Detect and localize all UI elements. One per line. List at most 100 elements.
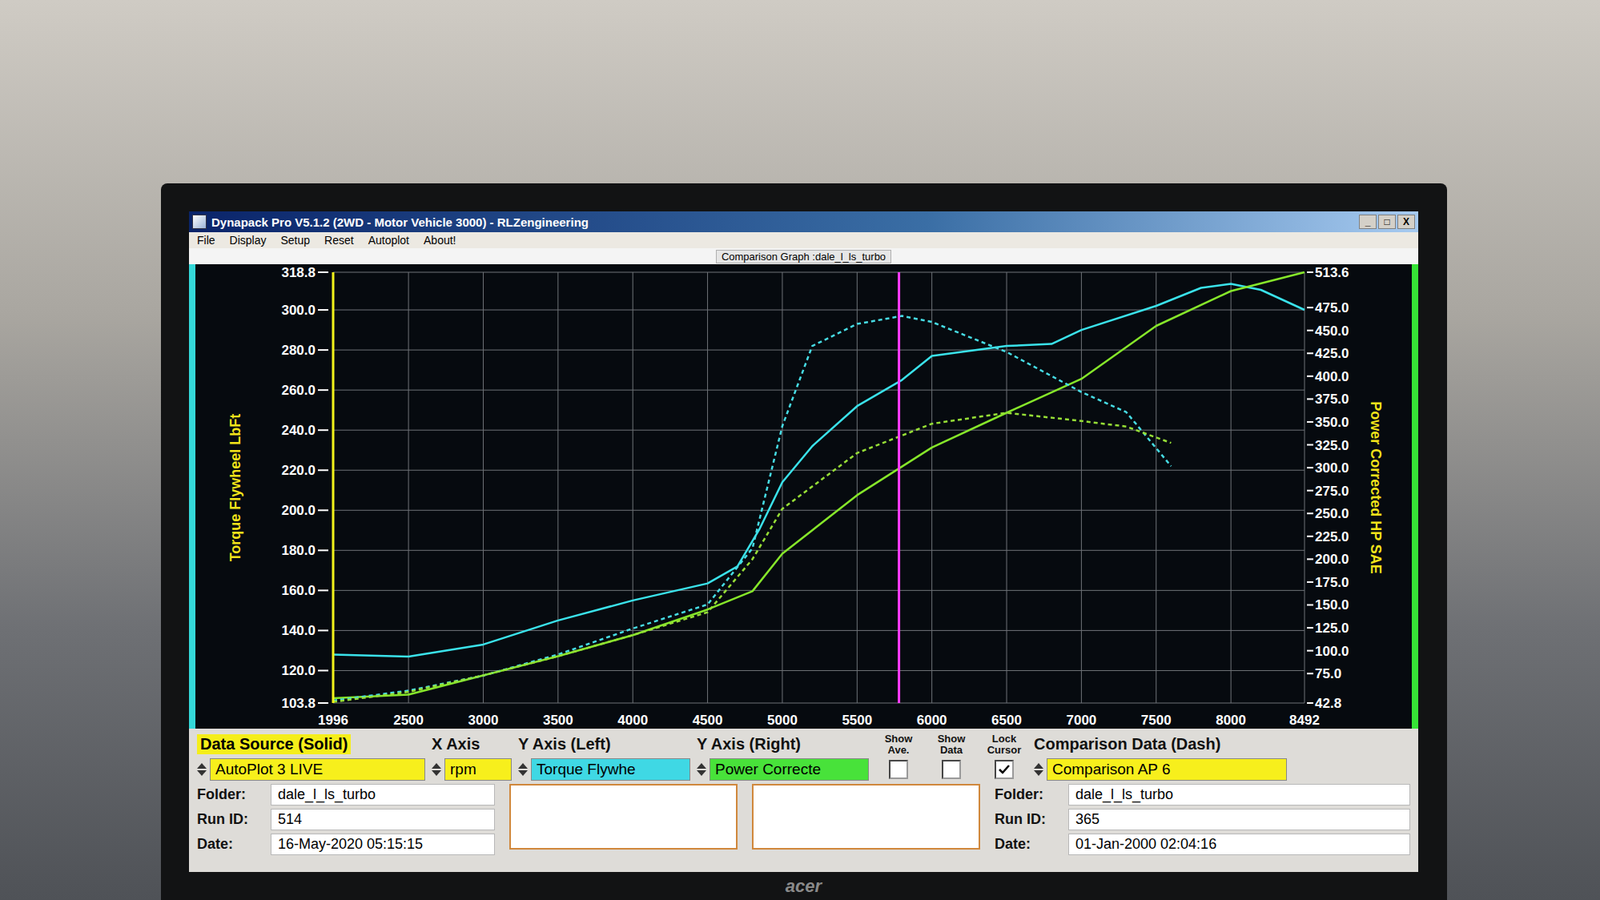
monitor-brand: acer bbox=[785, 876, 822, 897]
grid-line bbox=[333, 510, 1305, 511]
tick-mark bbox=[1306, 466, 1314, 469]
y-right-select[interactable]: Power Correcte bbox=[709, 758, 869, 781]
grid-line bbox=[333, 272, 334, 704]
tick-mark bbox=[317, 629, 329, 632]
y-right-tick: 125.0 bbox=[1314, 620, 1350, 636]
y-right-title: Power Corrected HP SAE bbox=[1367, 401, 1384, 575]
tick-mark bbox=[1306, 535, 1314, 538]
info-field: 01-Jan-2000 02:04:16 bbox=[1068, 833, 1411, 856]
tick-mark bbox=[1306, 375, 1314, 378]
grid-line bbox=[333, 630, 1305, 632]
menu-bar: File Display Setup Reset Autoplot About! bbox=[188, 232, 1419, 249]
info-field: 514 bbox=[270, 808, 495, 831]
spinner-icon[interactable] bbox=[696, 763, 707, 776]
checkbox[interactable] bbox=[941, 759, 961, 780]
dyno-chart: 318.8300.0280.0260.0240.0220.0200.0180.0… bbox=[188, 264, 1419, 729]
notes-box bbox=[751, 783, 981, 850]
grid-line bbox=[333, 550, 1305, 551]
y-left-tick: 200.0 bbox=[281, 502, 316, 519]
y-right-tick: 475.0 bbox=[1314, 300, 1350, 316]
scene: Dynapack Pro V5.1.2 (2WD - Motor Vehicle… bbox=[0, 0, 1600, 900]
data-source-select[interactable]: AutoPlot 3 LIVE bbox=[209, 758, 426, 781]
grid-line bbox=[557, 272, 559, 704]
menu-item[interactable]: File bbox=[196, 233, 216, 247]
menu-item[interactable]: Reset bbox=[324, 233, 354, 247]
y-right-tick: 100.0 bbox=[1314, 643, 1350, 660]
grid-line bbox=[707, 272, 708, 704]
series-line bbox=[333, 316, 1171, 701]
app-window: Dynapack Pro V5.1.2 (2WD - Motor Vehicle… bbox=[188, 211, 1419, 873]
checkbox[interactable] bbox=[888, 759, 909, 780]
x-axis-select[interactable]: rpm bbox=[444, 758, 512, 781]
y-left-tick: 180.0 bbox=[281, 542, 316, 559]
tick-mark bbox=[1306, 271, 1314, 274]
x-tick: 6500 bbox=[991, 712, 1022, 728]
window-control-button[interactable]: □ bbox=[1378, 214, 1396, 230]
menu-item[interactable]: Autoplot bbox=[368, 233, 410, 247]
tick-mark bbox=[1306, 627, 1314, 629]
check-icon bbox=[997, 763, 1011, 776]
y-right-tick: 450.0 bbox=[1314, 323, 1350, 339]
tick-mark bbox=[1306, 603, 1314, 606]
window-control-button[interactable]: X bbox=[1397, 214, 1416, 230]
grid-line bbox=[781, 272, 783, 704]
grid-line bbox=[333, 309, 1305, 311]
checkbox[interactable] bbox=[994, 759, 1014, 780]
menu-item[interactable]: Setup bbox=[280, 233, 310, 247]
grid-line bbox=[1230, 272, 1232, 704]
tick-mark bbox=[317, 271, 329, 274]
info-label: Run ID: bbox=[994, 811, 1062, 829]
spinner-icon[interactable] bbox=[196, 763, 207, 776]
y-left-label: Y Axis (Left) bbox=[518, 735, 612, 754]
menu-item[interactable]: Display bbox=[229, 233, 267, 247]
info-field: dale_l_ls_turbo bbox=[1068, 783, 1411, 806]
chart-title-strip: Comparison Graph :dale_l_ls_turbo bbox=[188, 248, 1419, 265]
grid-line bbox=[856, 272, 858, 704]
x-tick: 6000 bbox=[916, 712, 948, 728]
info-label: Date: bbox=[196, 836, 265, 853]
info-label: Run ID: bbox=[196, 811, 265, 829]
spinner-icon[interactable] bbox=[431, 763, 442, 776]
menu-item[interactable]: About! bbox=[423, 233, 456, 247]
info-label: Folder: bbox=[196, 786, 265, 804]
tick-mark bbox=[1306, 672, 1314, 675]
grid-line bbox=[482, 272, 484, 704]
info-label: Date: bbox=[994, 836, 1062, 853]
cursor-line[interactable] bbox=[332, 272, 335, 704]
tick-mark bbox=[317, 509, 329, 511]
grid-line bbox=[333, 470, 1305, 471]
tick-mark bbox=[317, 429, 329, 431]
tick-mark bbox=[317, 549, 329, 551]
y-left-select[interactable]: Torque Flywhe bbox=[530, 758, 691, 781]
data-source-label: Data Source (Solid) bbox=[196, 734, 351, 755]
x-tick: 1996 bbox=[317, 712, 349, 728]
cursor-line[interactable] bbox=[897, 272, 901, 704]
spinner-icon[interactable] bbox=[518, 763, 528, 776]
comparison-label: Comparison Data (Dash) bbox=[1033, 735, 1221, 754]
y-right-tick: 425.0 bbox=[1314, 345, 1350, 362]
tick-mark bbox=[317, 589, 329, 591]
grid-line bbox=[1006, 272, 1008, 704]
tick-mark bbox=[1306, 306, 1314, 309]
spinner-icon[interactable] bbox=[1033, 763, 1044, 776]
y-right-tick: 175.0 bbox=[1314, 574, 1350, 591]
x-tick: 2500 bbox=[393, 712, 424, 728]
y-left-tick: 160.0 bbox=[281, 582, 316, 599]
grid-line bbox=[408, 272, 410, 704]
x-tick: 3000 bbox=[468, 712, 499, 728]
y-right-tick: 150.0 bbox=[1314, 597, 1350, 613]
tick-mark bbox=[1306, 329, 1314, 332]
checkbox-label: Show Data bbox=[928, 733, 975, 756]
x-tick: 3500 bbox=[542, 712, 574, 728]
x-tick: 5000 bbox=[767, 712, 798, 728]
window-control-button[interactable]: _ bbox=[1358, 214, 1377, 230]
y-right-tick: 350.0 bbox=[1314, 414, 1350, 431]
grid-line bbox=[931, 272, 933, 704]
tick-mark bbox=[317, 309, 329, 311]
info-field: 16-May-2020 05:15:15 bbox=[270, 833, 495, 856]
tick-mark bbox=[1306, 512, 1314, 515]
info-field: dale_l_ls_turbo bbox=[270, 783, 495, 806]
x-tick: 5500 bbox=[841, 712, 873, 728]
checkbox-label: Show Ave. bbox=[875, 733, 922, 756]
comparison-select[interactable]: Comparison AP 6 bbox=[1046, 758, 1287, 781]
